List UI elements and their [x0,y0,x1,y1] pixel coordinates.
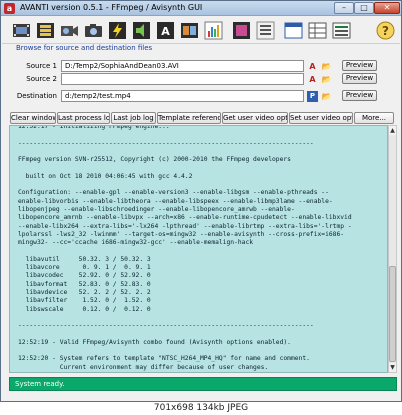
image-caption: 701x698 134kb JPEG [0,402,402,415]
font-a-icon[interactable]: A [307,74,318,85]
film-open-icon[interactable] [11,20,32,41]
source1-label: Source 1 [26,62,57,70]
tab-last-process-log[interactable]: Last process log [57,112,110,124]
maximize-button[interactable]: □ [354,2,374,14]
folder-open-icon[interactable]: 📂 [321,74,332,85]
log-tabs: Clear window Last process log Last job l… [10,112,396,125]
destination-label: Destination [16,92,57,100]
folder-open-icon[interactable]: 📂 [321,61,332,72]
scroll-down-icon[interactable]: ▼ [389,363,396,372]
scroll-thumb[interactable] [389,266,396,362]
audio-icon[interactable] [131,20,152,41]
camera-icon[interactable] [83,20,104,41]
tab-get-user-video-opts[interactable]: Get user video opts [222,112,288,124]
film-sample-icon[interactable] [179,20,200,41]
destination-field[interactable]: d:/temp2/test.mp4 [61,90,304,102]
chart-icon[interactable] [203,20,224,41]
video-camera-icon[interactable] [59,20,80,41]
filter-icon[interactable] [231,20,252,41]
help-icon[interactable]: ? [375,20,396,41]
tab-last-job-log[interactable]: Last job log [111,112,156,124]
log-output[interactable]: 12:52:17 - Initializing FFmpeg engine...… [9,125,388,373]
browse-section-title: Browse for source and destination files [16,44,153,52]
source2-field[interactable] [61,73,304,85]
source2-preview-button[interactable]: Preview [342,73,377,84]
close-button[interactable]: ✕ [374,2,400,14]
app-window: a AVANTI version 0.5.1 - FFmpeg / Avisyn… [0,0,402,402]
destination-preview-button[interactable]: Preview [342,90,377,101]
vertical-scrollbar[interactable]: ▲ ▼ [388,125,397,373]
svg-text:A: A [161,25,170,38]
grid-icon[interactable] [307,20,328,41]
font-a-icon[interactable]: A [307,61,318,72]
source2-label: Source 2 [26,75,57,83]
source1-preview-button[interactable]: Preview [342,60,377,71]
window-icon[interactable] [283,20,304,41]
scroll-up-icon[interactable]: ▲ [389,126,396,135]
status-bar: System ready. [9,377,397,391]
tab-set-user-video-opts[interactable]: Set user video opts [289,112,353,124]
source1-field[interactable]: D:/Temp2/SophiaAndDean03.AVI [61,60,304,72]
minimize-button[interactable]: – [334,2,354,14]
film-list-icon[interactable] [35,20,56,41]
list-icon[interactable] [331,20,352,41]
tab-more[interactable]: More... [354,112,394,124]
status-text: System ready. [15,380,65,388]
folder-open-icon[interactable]: 📂 [321,91,332,102]
p-flag-icon[interactable]: P [307,91,318,102]
window-title: AVANTI version 0.5.1 - FFmpeg / Avisynth… [20,3,203,12]
app-icon: a [4,3,15,14]
lightning-icon[interactable] [107,20,128,41]
toolbar: A ? [2,17,400,44]
tab-clear-window[interactable]: Clear window [10,112,56,124]
log-text: 12:52:17 - Initializing FFmpeg engine...… [18,125,352,371]
title-bar[interactable]: a AVANTI version 0.5.1 - FFmpeg / Avisyn… [1,1,401,16]
tools-icon[interactable] [255,20,276,41]
svg-text:?: ? [382,24,389,38]
tab-template-reference[interactable]: Template reference [157,112,221,124]
text-icon[interactable]: A [155,20,176,41]
